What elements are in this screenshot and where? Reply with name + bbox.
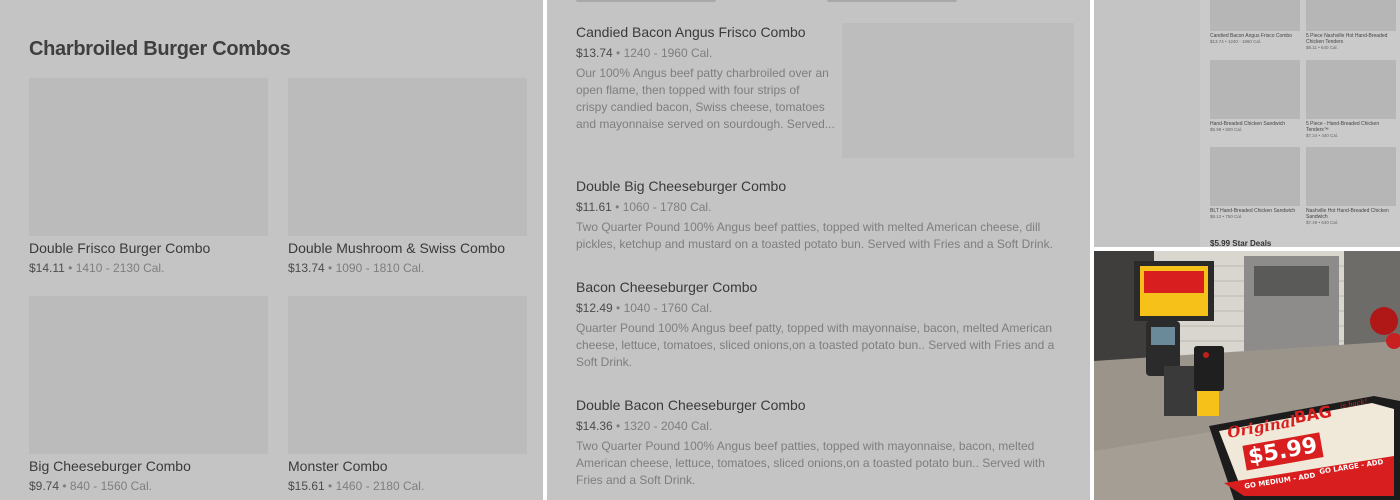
menu-item-calories: 1320 - 2040 Cal. xyxy=(623,419,713,433)
menu-item-price: $14.36 xyxy=(576,419,613,433)
mini-item-meta: $7.24 • 440 Cal. xyxy=(1306,133,1339,138)
separator: • xyxy=(612,46,624,60)
menu-item-name: Double Bacon Cheeseburger Combo xyxy=(576,397,806,413)
menu-card[interactable]: Big Cheeseburger Combo $9.74 • 840 - 156… xyxy=(29,296,268,493)
menu-item-meta: $14.36 • 1320 - 2040 Cal. xyxy=(576,419,1076,433)
menu-item-image[interactable] xyxy=(29,78,268,236)
menu-item-name: Double Big Cheeseburger Combo xyxy=(576,178,787,194)
menu-item-description: Our 100% Angus beef patty charbroiled ov… xyxy=(576,65,836,133)
mini-item-name: 5 Piece - Hand-Breaded Chicken Tenders™ xyxy=(1306,121,1380,133)
menu-item-meta: $12.49 • 1040 - 1760 Cal. xyxy=(576,301,1076,315)
description-line: American cheese, lettuce, tomatoes, slic… xyxy=(576,456,1045,470)
menu-item-description: Two Quarter Pound 100% Angus beef pattie… xyxy=(576,219,1076,253)
mini-item-image[interactable] xyxy=(1306,147,1396,206)
menu-item-meta: $9.74 • 840 - 1560 Cal. xyxy=(29,479,268,493)
mini-menu-card[interactable]: BLT Hand-Breaded Chicken Sandwich $8.12 … xyxy=(1210,147,1300,220)
menu-item-price: $12.49 xyxy=(576,301,613,315)
mini-menu-card[interactable]: Hand-Breaded Chicken Sandwich $5.99 • 60… xyxy=(1210,60,1300,133)
menu-item-meta: $11.61 • 1060 - 1780 Cal. xyxy=(576,200,1076,214)
menu-item-image[interactable] xyxy=(288,296,527,454)
section-title: Charbroiled Burger Combos xyxy=(29,38,291,60)
menu-item-name: Candied Bacon Angus Frisco Combo xyxy=(576,24,806,40)
mini-item-name: Nashville Hot Hand-Breaded Chicken Sandw… xyxy=(1306,208,1389,220)
separator: • xyxy=(612,301,624,315)
menu-item-price: $13.74 xyxy=(576,46,613,60)
composite-screenshot: Charbroiled Burger Combos Double Frisco … xyxy=(0,0,1400,500)
description-line: Soft Drink. xyxy=(576,355,633,369)
menu-item-calories: 1460 - 2180 Cal. xyxy=(335,479,425,493)
separator: • xyxy=(324,479,336,493)
menu-item-calories: 1060 - 1780 Cal. xyxy=(622,200,712,214)
mini-item-image[interactable] xyxy=(1210,147,1300,206)
menu-item-image[interactable] xyxy=(288,78,527,236)
menu-card[interactable]: Double Frisco Burger Combo $14.11 • 1410… xyxy=(29,78,268,275)
menu-item-name: Big Cheeseburger Combo xyxy=(29,458,191,474)
mini-item-name: 5 Piece Nashville Hot Hand-Breaded Chick… xyxy=(1306,33,1388,45)
menu-item-description: Quarter Pound 100% Angus beef patty, top… xyxy=(576,320,1076,371)
menu-item-description: Two Quarter Pound 100% Angus beef pattie… xyxy=(576,438,1076,489)
description-line: Fries and a Soft Drink. xyxy=(576,473,696,487)
burger-combos-grid-panel: Charbroiled Burger Combos Double Frisco … xyxy=(0,0,543,500)
mini-menu-card[interactable]: 5 Piece - Hand-Breaded Chicken Tenders™ … xyxy=(1306,60,1396,139)
description-line: pickles, ketchup and mustard on a toaste… xyxy=(576,237,1053,251)
separator: • xyxy=(324,261,336,275)
mini-item-meta: $13.74 • 1240 - 1960 Cal. xyxy=(1210,39,1262,44)
menu-item-calories: 1410 - 2130 Cal. xyxy=(75,261,165,275)
mini-item-meta: $8.11 • 640 Cal. xyxy=(1306,45,1338,50)
mini-item-meta: $7.49 • 640 Cal. xyxy=(1306,220,1339,225)
separator: • xyxy=(612,419,624,433)
description-line: crispy candied bacon, Swiss cheese, toma… xyxy=(576,100,825,114)
menu-item-calories: 840 - 1560 Cal. xyxy=(69,479,152,493)
menu-item-calories: 1040 - 1760 Cal. xyxy=(623,301,713,315)
cut-off-text-top xyxy=(827,0,957,2)
separator: • xyxy=(59,479,70,493)
mini-menu-card[interactable]: Candied Bacon Angus Frisco Combo $13.74 … xyxy=(1210,0,1300,45)
menu-item-name: Bacon Cheeseburger Combo xyxy=(576,279,758,295)
mini-menu-panel: Candied Bacon Angus Frisco Combo $13.74 … xyxy=(1094,0,1400,247)
menu-item-image[interactable] xyxy=(29,296,268,454)
mini-item-image[interactable] xyxy=(1306,0,1396,31)
store-counter-photo: Original BAG is back! $5.99 GO MEDIUM - … xyxy=(1094,251,1400,500)
menu-item-name: Double Mushroom & Swiss Combo xyxy=(288,240,506,256)
mini-menu-card[interactable]: 5 Piece Nashville Hot Hand-Breaded Chick… xyxy=(1306,0,1396,51)
menu-item-price: $15.61 xyxy=(288,479,325,493)
menu-item-name: Monster Combo xyxy=(288,458,388,474)
description-line: Quarter Pound 100% Angus beef patty, top… xyxy=(576,321,1053,335)
mini-item-meta: $5.99 • 600 Cal. xyxy=(1210,127,1243,132)
list-item[interactable]: Double Big Cheeseburger Combo $11.61 • 1… xyxy=(576,178,1076,253)
combo-list-panel: Candied Bacon Angus Frisco Combo $13.74 … xyxy=(547,0,1090,500)
menu-item-calories: 1240 - 1960 Cal. xyxy=(623,46,713,60)
separator: • xyxy=(64,261,76,275)
cut-off-text-top xyxy=(576,0,716,2)
menu-item-calories: 1090 - 1810 Cal. xyxy=(335,261,425,275)
mini-item-image[interactable] xyxy=(1210,60,1300,119)
menu-item-price: $11.61 xyxy=(576,200,612,214)
menu-card[interactable]: Double Mushroom & Swiss Combo $13.74 • 1… xyxy=(288,78,527,275)
menu-item-price: $13.74 xyxy=(288,261,325,275)
list-item[interactable]: Candied Bacon Angus Frisco Combo $13.74 … xyxy=(576,24,836,133)
menu-card[interactable]: Monster Combo $15.61 • 1460 - 2180 Cal. xyxy=(288,296,527,493)
menu-item-name: Double Frisco Burger Combo xyxy=(29,240,211,256)
menu-item-thumbnail[interactable] xyxy=(842,23,1074,158)
menu-item-meta: $14.11 • 1410 - 2130 Cal. xyxy=(29,261,268,275)
menu-item-meta: $15.61 • 1460 - 2180 Cal. xyxy=(288,479,527,493)
menu-item-price: $14.11 xyxy=(29,261,65,275)
mini-item-meta: $8.12 • 750 Cal. xyxy=(1210,214,1243,219)
list-item[interactable]: Bacon Cheeseburger Combo $12.49 • 1040 -… xyxy=(576,279,1076,371)
description-line: cheese, lettuce, tomatoes, sliced onions… xyxy=(576,338,1055,352)
list-item[interactable]: Double Bacon Cheeseburger Combo $14.36 •… xyxy=(576,397,1076,489)
description-line: Two Quarter Pound 100% Angus beef pattie… xyxy=(576,220,1041,234)
description-line: open flame, then topped with four strips… xyxy=(576,83,800,97)
description-line: Two Quarter Pound 100% Angus beef pattie… xyxy=(576,439,1035,453)
menu-item-price: $9.74 xyxy=(29,479,60,493)
description-line: and mayonnaise served on sourdough. Serv… xyxy=(576,117,835,131)
mini-item-image[interactable] xyxy=(1306,60,1396,119)
menu-item-meta: $13.74 • 1090 - 1810 Cal. xyxy=(288,261,527,275)
separator: • xyxy=(611,200,623,214)
mini-item-image[interactable] xyxy=(1210,0,1300,31)
menu-item-meta: $13.74 • 1240 - 1960 Cal. xyxy=(576,46,836,60)
description-line: Our 100% Angus beef patty charbroiled ov… xyxy=(576,66,829,80)
mini-menu-card[interactable]: Nashville Hot Hand-Breaded Chicken Sandw… xyxy=(1306,147,1396,226)
deals-section-title: $5.99 Star Deals xyxy=(1210,239,1272,247)
